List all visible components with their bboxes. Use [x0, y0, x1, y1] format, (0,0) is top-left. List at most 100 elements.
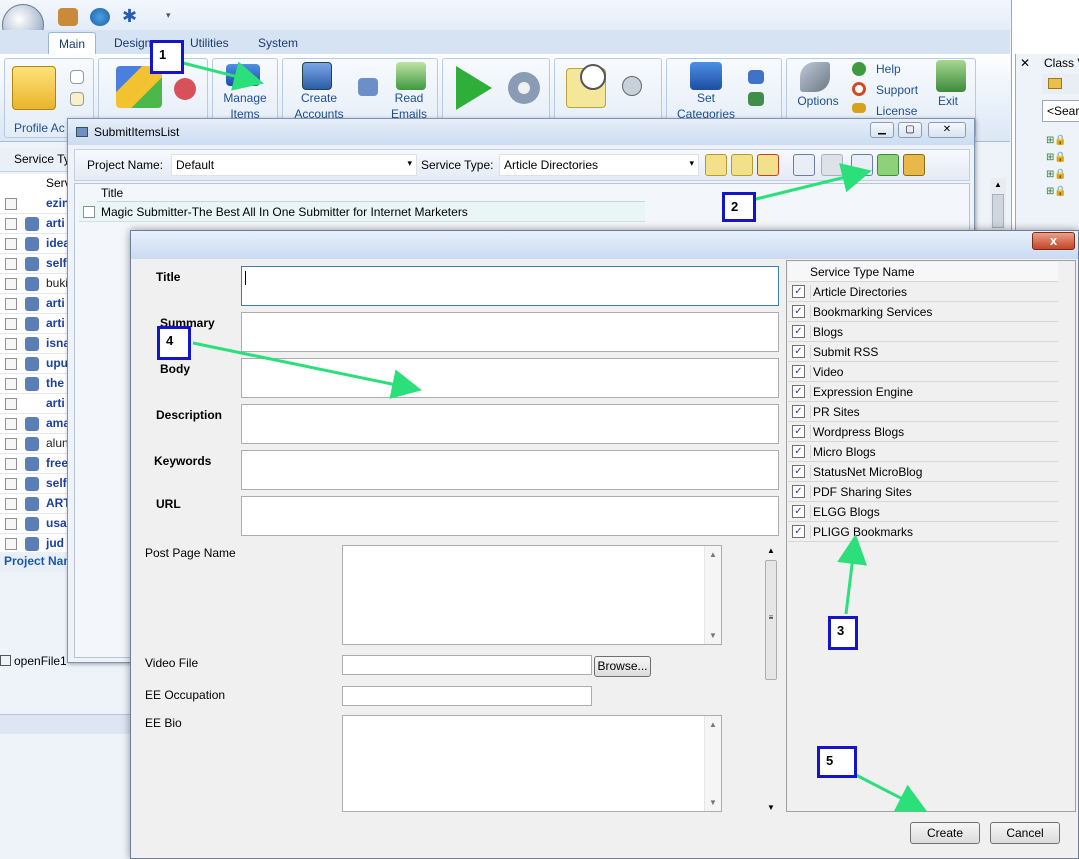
- tab-utilities[interactable]: Utilities: [180, 32, 239, 54]
- tools-icon[interactable]: ✱: [122, 7, 142, 26]
- create-button[interactable]: Create: [910, 822, 980, 844]
- create-accounts-icon[interactable]: [302, 62, 332, 90]
- class-view-tree[interactable]: ⊞🔒 ⊞🔒 ⊞🔒 ⊞🔒: [1046, 132, 1076, 197]
- add-item-icon[interactable]: [705, 154, 727, 176]
- row-checkbox[interactable]: [5, 518, 17, 530]
- service-checkbox[interactable]: ✓: [792, 305, 805, 318]
- row-checkbox[interactable]: [5, 398, 17, 410]
- service-checkbox[interactable]: ✓: [792, 445, 805, 458]
- set-categories-icon[interactable]: [690, 62, 722, 90]
- scroll-thumb[interactable]: ≡: [765, 560, 777, 680]
- exit-icon[interactable]: [936, 60, 966, 92]
- project-name-select[interactable]: Default ▾: [171, 154, 417, 176]
- row-checkbox[interactable]: [5, 318, 17, 330]
- table-row[interactable]: idea: [0, 234, 70, 254]
- package-icon[interactable]: [903, 154, 925, 176]
- table-row[interactable]: usa: [0, 514, 70, 534]
- quick-access-icon[interactable]: [58, 8, 78, 26]
- import-icon[interactable]: [877, 154, 899, 176]
- row-checkbox[interactable]: [5, 238, 17, 250]
- main-scrollbar[interactable]: ▲: [990, 178, 1006, 230]
- browse-button[interactable]: Browse...: [594, 656, 651, 677]
- edit-item-icon[interactable]: [731, 154, 753, 176]
- table-row[interactable]: Magic Submitter-The Best All In One Subm…: [79, 202, 645, 222]
- tab-main[interactable]: Main: [48, 32, 97, 54]
- minimize-button[interactable]: ▁: [870, 122, 894, 138]
- copy-icon[interactable]: [793, 154, 815, 176]
- row-checkbox[interactable]: [5, 438, 17, 450]
- row-checkbox[interactable]: [5, 498, 17, 510]
- body-input[interactable]: [241, 358, 779, 398]
- delete-item-icon[interactable]: [757, 154, 779, 176]
- new-profile-icon[interactable]: [70, 70, 84, 84]
- tab-system[interactable]: System: [248, 32, 308, 54]
- table-row[interactable]: arti: [0, 294, 70, 314]
- row-checkbox[interactable]: [5, 358, 17, 370]
- service-checkbox[interactable]: ✓: [792, 405, 805, 418]
- row-checkbox[interactable]: [5, 338, 17, 350]
- table-row[interactable]: buki: [0, 274, 70, 294]
- paste-icon[interactable]: [821, 154, 843, 176]
- read-emails-icon[interactable]: [396, 62, 426, 90]
- folder-icon[interactable]: [1048, 78, 1062, 89]
- table-row[interactable]: jud: [0, 534, 70, 552]
- category-edit-icon[interactable]: [748, 92, 764, 106]
- list-item[interactable]: ✓ PLIGG Bookmarks: [788, 522, 1058, 542]
- service-type-name-header[interactable]: Service Type Name: [788, 262, 1058, 282]
- description-input[interactable]: [241, 404, 779, 444]
- table-row[interactable]: upu: [0, 354, 70, 374]
- class-view-search-input[interactable]: <Sear: [1042, 100, 1079, 122]
- row-checkbox[interactable]: [5, 198, 17, 210]
- list-item[interactable]: ✓ ELGG Blogs: [788, 502, 1058, 522]
- row-checkbox[interactable]: [5, 278, 17, 290]
- options-button[interactable]: Options: [794, 93, 842, 109]
- scroll-up-icon[interactable]: ▲: [705, 550, 721, 559]
- row-checkbox[interactable]: [5, 298, 17, 310]
- table-row[interactable]: self: [0, 474, 70, 494]
- textarea-scrollbar[interactable]: ▲ ▼: [704, 716, 721, 811]
- list-item[interactable]: ✓ Blogs: [788, 322, 1058, 342]
- close-button[interactable]: ✕: [928, 122, 966, 138]
- service-checkbox[interactable]: ✓: [792, 525, 805, 538]
- list-item[interactable]: ✓ Video: [788, 362, 1058, 382]
- service-checkbox[interactable]: ✓: [792, 425, 805, 438]
- network-icon[interactable]: [174, 78, 196, 100]
- accounts-card-icon[interactable]: [358, 78, 378, 96]
- qat-dropdown-icon[interactable]: ▾: [166, 10, 171, 21]
- edit-profile-icon[interactable]: [70, 92, 84, 106]
- service-checkbox[interactable]: ✓: [792, 345, 805, 358]
- list-item[interactable]: ✓ PR Sites: [788, 402, 1058, 422]
- row-checkbox[interactable]: [5, 418, 17, 430]
- table-row[interactable]: arti: [0, 314, 70, 334]
- table-row[interactable]: arti: [0, 394, 70, 414]
- row-checkbox[interactable]: [5, 458, 17, 470]
- keywords-input[interactable]: [241, 450, 779, 490]
- globe-icon[interactable]: [90, 8, 110, 26]
- list-item[interactable]: ✓ Micro Blogs: [788, 442, 1058, 462]
- list-item[interactable]: ✓ StatusNet MicroBlog: [788, 462, 1058, 482]
- row-checkbox[interactable]: [5, 258, 17, 270]
- service-checkbox[interactable]: ✓: [792, 465, 805, 478]
- category-add-icon[interactable]: [748, 70, 764, 84]
- folder-icon[interactable]: [12, 66, 56, 110]
- help-button[interactable]: Help: [876, 61, 901, 77]
- preview-icon[interactable]: [851, 154, 873, 176]
- table-row[interactable]: ezin: [0, 194, 70, 214]
- scroll-thumb[interactable]: [992, 194, 1004, 228]
- dialog-close-button[interactable]: x: [1032, 232, 1075, 250]
- row-checkbox[interactable]: [5, 478, 17, 490]
- list-item[interactable]: ✓ Wordpress Blogs: [788, 422, 1058, 442]
- summary-input[interactable]: [241, 312, 779, 352]
- table-row[interactable]: free: [0, 454, 70, 474]
- table-row[interactable]: ART: [0, 494, 70, 514]
- scroll-up-icon[interactable]: ▲: [705, 720, 721, 729]
- list-item[interactable]: ✓ Article Directories: [788, 282, 1058, 302]
- ee-occupation-input[interactable]: [342, 686, 592, 706]
- service-checkbox[interactable]: ✓: [792, 325, 805, 338]
- service-checkbox[interactable]: ✓: [792, 365, 805, 378]
- service-checkbox[interactable]: ✓: [792, 485, 805, 498]
- list-item[interactable]: ✓ PDF Sharing Sites: [788, 482, 1058, 502]
- table-row[interactable]: alun: [0, 434, 70, 454]
- service-type-select[interactable]: Article Directories ▾: [499, 154, 699, 176]
- list-item[interactable]: ✓ Submit RSS: [788, 342, 1058, 362]
